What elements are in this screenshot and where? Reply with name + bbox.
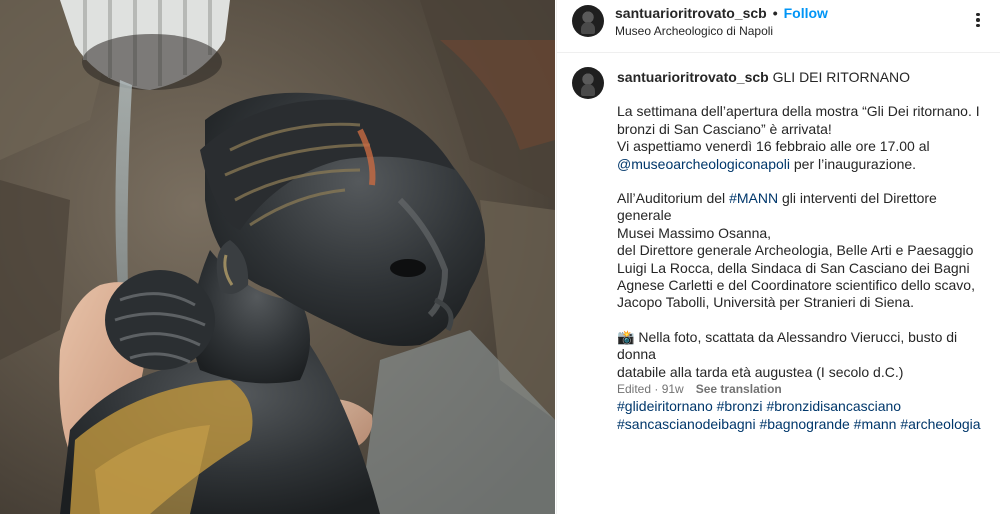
caption-line: per l’inaugurazione.: [789, 155, 917, 172]
hashtag-link[interactable]: #MANN: [729, 190, 778, 206]
hashtags-line: #sancascianodeibagni #bagnogrande #mann …: [617, 416, 989, 433]
bronze-bust-photo: [0, 0, 555, 514]
hashtags-line: #glideiritornano #bronzi #bronzidisancas…: [617, 398, 989, 415]
caption-line: del Direttore generale Archeologia, Bell…: [617, 242, 974, 259]
post-side-panel: santuarioritrovato_scb • Follow Museo Ar…: [556, 0, 1000, 514]
separator-dot: •: [772, 5, 778, 21]
hashtag-link[interactable]: #bronzi: [717, 398, 763, 414]
hair-bun: [105, 270, 215, 370]
hashtag-link[interactable]: #archeologia: [900, 416, 980, 432]
header-text: santuarioritrovato_scb • Follow Museo Ar…: [615, 5, 828, 38]
more-dot: [976, 12, 980, 17]
more-options-icon[interactable]: [969, 11, 987, 29]
caption-title: GLI DEI RITORNANO: [772, 69, 911, 85]
author-avatar[interactable]: [572, 5, 604, 37]
caption-line: bronzi di San Casciano” è arrivata!: [617, 120, 832, 137]
caption-line: La settimana dell’apertura della mostra …: [617, 103, 980, 120]
hashtag-link[interactable]: #glideiritornano: [617, 398, 713, 414]
caption-line: Jacopo Tabolli, Università per Stranieri…: [617, 294, 915, 311]
caption-text: santuarioritrovato_scb GLI DEI RITORNANO…: [617, 69, 989, 433]
see-translation-button[interactable]: See translation: [696, 382, 782, 396]
caption-line: Vi aspettiamo venerdì 16 febbraio alle o…: [617, 138, 930, 155]
post-header: santuarioritrovato_scb • Follow Museo Ar…: [557, 0, 1000, 53]
more-dot: [976, 18, 980, 22]
post-image[interactable]: [0, 0, 555, 514]
hashtag-link[interactable]: #sancascianodeibagni: [617, 416, 756, 432]
caption-username[interactable]: santuarioritrovato_scb: [617, 69, 769, 85]
post-location[interactable]: Museo Archeologico di Napoli: [615, 24, 828, 38]
caption-line: Nella foto, scattata da Alessandro Vieru…: [617, 328, 958, 363]
caption-line: Luigi La Rocca, della Sindaca di San Cas…: [617, 259, 970, 276]
caption-line: Agnese Carletti e del Coordinatore scien…: [617, 277, 975, 294]
caption-line: databile alla tarda età augustea (I seco…: [617, 363, 904, 380]
author-username[interactable]: santuarioritrovato_scb: [615, 5, 767, 21]
caption-author-avatar[interactable]: [572, 67, 604, 99]
edited-timestamp: Edited · 91w: [617, 382, 684, 396]
header-row: santuarioritrovato_scb • Follow: [615, 5, 828, 21]
camera-emoji-icon: 📸: [617, 328, 635, 345]
more-dot: [976, 23, 980, 28]
hashtag-link[interactable]: #bagnogrande: [759, 416, 849, 432]
caption-line: All’Auditorium del: [617, 190, 730, 207]
follow-button[interactable]: Follow: [784, 5, 828, 21]
hashtag-link[interactable]: #bronzidisancasciano: [766, 398, 901, 414]
caption-meta: Edited · 91w See translation: [617, 382, 782, 396]
caption-line: Musei Massimo Osanna,: [617, 224, 772, 241]
hashtag-link[interactable]: #mann: [854, 416, 897, 432]
mention-link[interactable]: @museoarcheologiconapoli: [617, 156, 790, 172]
